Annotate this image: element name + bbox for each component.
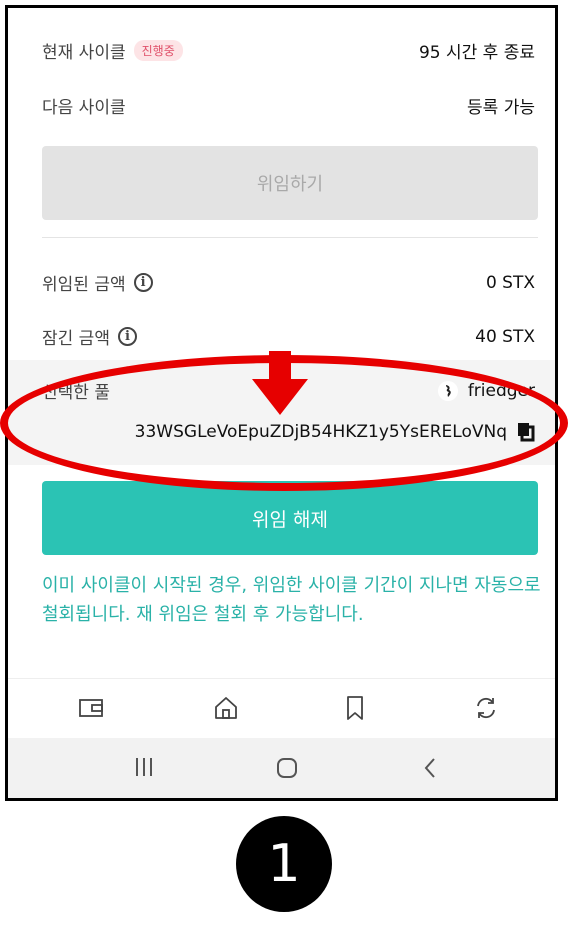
revoke-delegation-button[interactable]: 위임 해제 bbox=[42, 481, 538, 555]
home-icon bbox=[215, 697, 237, 719]
locked-amount-value: 40 STX bbox=[475, 326, 535, 347]
nav-sync[interactable] bbox=[470, 693, 502, 723]
home-system-button[interactable] bbox=[275, 756, 299, 786]
back-button[interactable] bbox=[422, 756, 438, 786]
delegate-button[interactable]: 위임하기 bbox=[42, 146, 538, 220]
nav-bookmark[interactable] bbox=[339, 693, 371, 723]
next-cycle-value: 등록 가능 bbox=[467, 98, 535, 118]
home-circle-icon bbox=[277, 758, 297, 778]
delegated-amount-label: 위임된 금액 bbox=[42, 275, 126, 295]
back-icon bbox=[424, 758, 435, 778]
status-badge: 진행중 bbox=[133, 40, 183, 61]
bottom-nav bbox=[8, 678, 555, 739]
nav-home[interactable] bbox=[210, 693, 242, 723]
delegated-amount-value: 0 STX bbox=[485, 272, 535, 293]
locked-amount-label: 잠긴 금액 bbox=[42, 329, 110, 349]
info-icon[interactable]: i bbox=[133, 273, 153, 292]
locked-amount-row: 잠긴 금액 i 40 STX bbox=[42, 324, 535, 350]
sync-icon bbox=[477, 697, 495, 719]
divider bbox=[42, 237, 538, 238]
down-arrow-icon bbox=[252, 351, 308, 415]
recent-apps-button[interactable] bbox=[134, 756, 154, 784]
delegated-amount-row: 위임된 금액 i 0 STX bbox=[42, 270, 535, 296]
current-cycle-row: 현재 사이클 진행중 95 시간 후 종료 bbox=[42, 38, 535, 63]
next-cycle-row: 다음 사이클 등록 가능 bbox=[42, 93, 535, 118]
next-cycle-label: 다음 사이클 bbox=[42, 98, 126, 118]
recent-apps-icon bbox=[136, 758, 152, 776]
bookmark-icon bbox=[347, 696, 363, 720]
current-cycle-value: 95 시간 후 종료 bbox=[418, 43, 535, 63]
notice-text: 이미 사이클이 시작된 경우, 위임한 사이클 기간이 지나면 자동으로 철회됩… bbox=[42, 575, 541, 625]
wallet-icon bbox=[79, 699, 103, 717]
current-cycle-label: 현재 사이클 bbox=[42, 43, 126, 63]
nav-wallet[interactable] bbox=[75, 693, 107, 723]
system-nav-bar bbox=[8, 738, 555, 798]
info-icon[interactable]: i bbox=[117, 327, 137, 346]
step-number-badge: 1 bbox=[236, 816, 332, 912]
